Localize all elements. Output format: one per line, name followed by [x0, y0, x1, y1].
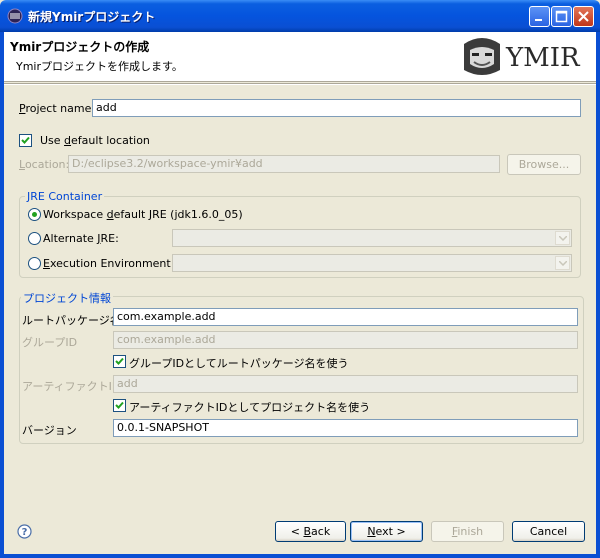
window-frame-right: [596, 32, 600, 558]
next-button[interactable]: Next >: [350, 521, 423, 542]
execution-env-select[interactable]: [172, 254, 572, 272]
use-project-as-artifact-label[interactable]: アーティファクトIDとしてプロジェクト名を使う: [129, 399, 370, 415]
maximize-icon: [555, 10, 568, 23]
wizard-title: Ymirプロジェクトの作成: [10, 40, 150, 54]
close-button[interactable]: [573, 6, 594, 27]
jre-container-title: JRE Container: [25, 190, 105, 203]
back-button[interactable]: < Back: [275, 521, 346, 542]
version-label: バージョン: [22, 424, 77, 437]
artifact-id-label: アーティファクトID: [22, 380, 121, 393]
minimize-button[interactable]: [529, 6, 550, 27]
cancel-button[interactable]: Cancel: [512, 521, 585, 542]
minimize-icon: [535, 19, 542, 21]
workspace-jre-label[interactable]: Workspace default JRE (jdk1.6.0_05): [43, 208, 243, 221]
close-icon: [578, 11, 589, 22]
checkmark-icon: [115, 401, 124, 409]
window-title: 新規Ymirプロジェクト: [28, 10, 156, 24]
use-root-as-group-checkbox[interactable]: [113, 355, 126, 368]
group-id-input[interactable]: com.example.add: [113, 331, 578, 349]
location-input[interactable]: D:/eclipse3.2/workspace-ymir¥add: [68, 155, 500, 173]
dialog-window: 新規Ymirプロジェクト Ymirプロジェクトの作成 Ymirプロジェクトを作成…: [0, 0, 600, 558]
chevron-down-icon: [559, 261, 567, 266]
use-root-as-group-label[interactable]: グループIDとしてルートパッケージ名を使う: [129, 355, 349, 371]
group-id-label: グループID: [22, 336, 78, 349]
title-bar[interactable]: 新規Ymirプロジェクト: [0, 0, 600, 32]
svg-text:YMIR: YMIR: [505, 43, 581, 73]
checkmark-icon: [21, 136, 30, 144]
wizard-header: Ymirプロジェクトの作成 Ymirプロジェクトを作成します。 YMIR: [4, 32, 596, 82]
ymir-logo: YMIR: [460, 34, 581, 78]
project-name-input[interactable]: add: [92, 99, 581, 117]
execution-env-radio[interactable]: [28, 257, 41, 270]
workspace-jre-radio[interactable]: [28, 208, 41, 221]
alternate-jre-label[interactable]: Alternate JRE:: [43, 232, 119, 245]
window-frame-bottom: [0, 554, 600, 558]
version-input[interactable]: 0.0.1-SNAPSHOT: [113, 419, 578, 437]
dropdown-arrow[interactable]: [555, 256, 570, 270]
use-project-as-artifact-checkbox[interactable]: [113, 399, 126, 412]
eclipse-icon: [7, 8, 23, 24]
location-label: Location:: [19, 158, 70, 171]
radio-selected-dot: [32, 212, 37, 217]
chevron-down-icon: [559, 236, 567, 241]
execution-env-label[interactable]: Execution Environment:: [43, 257, 174, 270]
use-default-location-label[interactable]: Use default location: [40, 134, 150, 147]
svg-text:?: ?: [22, 527, 28, 538]
help-icon[interactable]: ?: [17, 524, 32, 539]
project-name-label: Project name:: [19, 102, 96, 115]
browse-button[interactable]: Browse...: [507, 154, 581, 175]
artifact-id-input[interactable]: add: [113, 375, 578, 393]
maximize-button[interactable]: [551, 6, 572, 27]
alternate-jre-select[interactable]: [172, 229, 572, 247]
wizard-description: Ymirプロジェクトを作成します。: [16, 60, 183, 73]
root-package-label: ルートパッケージ名: [22, 314, 121, 327]
window-frame-left: [0, 32, 4, 558]
project-info-title: プロジェクト情報: [21, 290, 113, 306]
dropdown-arrow[interactable]: [555, 231, 570, 245]
finish-button[interactable]: Finish: [431, 521, 504, 542]
use-default-location-checkbox[interactable]: [19, 134, 32, 147]
alternate-jre-radio[interactable]: [28, 232, 41, 245]
header-separator: [4, 83, 596, 85]
root-package-input[interactable]: com.example.add: [113, 308, 578, 326]
checkmark-icon: [115, 357, 124, 365]
